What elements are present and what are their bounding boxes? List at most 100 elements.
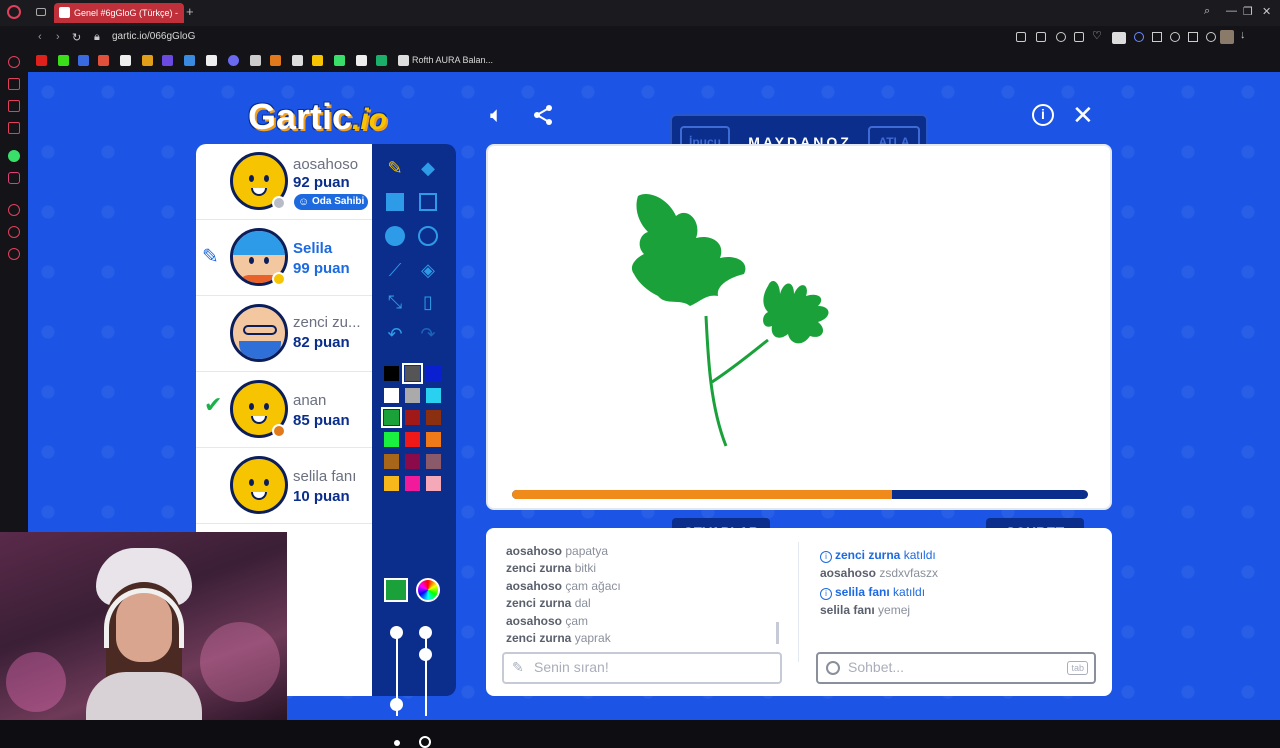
eyedropper-tool-icon[interactable]: ⤡	[383, 290, 407, 314]
color-swatch[interactable]	[426, 410, 441, 425]
bookmark-icon[interactable]	[398, 55, 409, 66]
clear-page-tool-icon[interactable]: ▯	[416, 290, 440, 314]
opacity-knob[interactable]	[419, 648, 432, 661]
bookmark-icon[interactable]	[270, 55, 281, 66]
color-picker-wheel-icon[interactable]	[416, 578, 440, 602]
bookmark-icon[interactable]	[120, 55, 131, 66]
extension-icon[interactable]	[1152, 32, 1162, 42]
answers-scrollbar[interactable]	[776, 622, 779, 644]
drawing-canvas[interactable]	[486, 144, 1112, 510]
opera-logo-icon[interactable]	[7, 5, 21, 19]
color-swatch[interactable]	[426, 432, 441, 447]
color-swatch[interactable]	[426, 476, 441, 491]
color-swatch[interactable]	[426, 454, 441, 469]
sidebar-app-icon[interactable]	[8, 122, 20, 134]
new-tab-button[interactable]: +	[186, 4, 194, 19]
sidebar-app-icon[interactable]	[8, 100, 20, 112]
answer-input[interactable]	[534, 659, 774, 675]
settings-icon[interactable]	[8, 248, 20, 260]
color-swatch[interactable]	[402, 363, 423, 384]
color-swatch[interactable]	[384, 432, 399, 447]
color-swatch[interactable]	[381, 407, 402, 428]
opacity-slider[interactable]	[425, 634, 427, 716]
bookmark-icon[interactable]	[78, 55, 89, 66]
url-field[interactable]: gartic.io/066gGloG	[112, 31, 195, 42]
bookmark-icon[interactable]	[206, 55, 217, 66]
instagram-icon[interactable]	[8, 172, 20, 184]
color-swatch[interactable]	[384, 388, 399, 403]
close-window-icon[interactable]: ✕	[1262, 5, 1271, 18]
android-bookmark-icon[interactable]	[334, 55, 345, 66]
color-swatch[interactable]	[405, 432, 420, 447]
color-swatch[interactable]	[405, 476, 420, 491]
current-color-swatch[interactable]	[384, 578, 408, 602]
bookmark-icon[interactable]	[250, 55, 261, 66]
back-icon[interactable]: ‹	[38, 31, 42, 43]
extension-icon[interactable]	[1036, 32, 1046, 42]
workspaces-icon[interactable]	[36, 8, 46, 16]
bookmark-icon[interactable]	[356, 55, 367, 66]
bookmark-icon[interactable]	[312, 55, 323, 66]
youtube-bookmark-icon[interactable]	[36, 55, 47, 66]
chat-input[interactable]	[848, 659, 1048, 675]
extension-icon[interactable]	[1056, 32, 1066, 42]
sidebar-speed-dial-icon[interactable]	[8, 56, 20, 68]
brush-size-knob[interactable]	[390, 698, 403, 711]
fill-bucket-tool-icon[interactable]: ◈	[416, 258, 440, 282]
extension-icon[interactable]	[1112, 32, 1126, 44]
color-swatch[interactable]	[405, 454, 420, 469]
bookmark-icon[interactable]	[162, 55, 173, 66]
extension-icon[interactable]	[1134, 32, 1144, 42]
undo-tool-icon[interactable]: ↶	[383, 322, 407, 346]
color-swatch[interactable]	[426, 388, 441, 403]
player-card[interactable]: aosahoso 92 puan Oda Sahibi	[196, 144, 372, 220]
pencil-tool-icon[interactable]: ✎	[383, 156, 407, 180]
color-swatch[interactable]	[384, 476, 399, 491]
bookmark-icon[interactable]	[142, 55, 153, 66]
bookmark-label[interactable]: Rofth AURA Balan...	[412, 55, 493, 65]
player-card[interactable]: zenci zu... 82 puan	[196, 296, 372, 372]
reload-icon[interactable]: ↻	[72, 31, 81, 44]
close-icon[interactable]: ✕	[1072, 100, 1094, 131]
share-icon[interactable]	[532, 104, 554, 126]
color-swatch[interactable]	[405, 388, 420, 403]
minimize-icon[interactable]: —	[1226, 5, 1237, 17]
brush-size-top-knob[interactable]	[390, 626, 403, 639]
color-swatch[interactable]	[405, 410, 420, 425]
extension-icon[interactable]	[1074, 32, 1084, 42]
active-browser-tab[interactable]: Genel #6gGloG (Türkçe) -	[54, 3, 184, 23]
sidebar-app-icon[interactable]	[8, 226, 20, 238]
answer-input-box[interactable]: ✎	[502, 652, 782, 684]
line-tool-icon[interactable]: ⟋	[383, 258, 407, 282]
opacity-top-knob[interactable]	[419, 626, 432, 639]
kick-bookmark-icon[interactable]	[58, 55, 69, 66]
color-swatch[interactable]	[384, 366, 399, 381]
extension-icon[interactable]	[1016, 32, 1026, 42]
info-icon[interactable]: i	[1032, 104, 1054, 126]
profile-avatar[interactable]	[1220, 30, 1234, 44]
color-swatch[interactable]	[384, 454, 399, 469]
download-icon[interactable]: ↓	[1240, 29, 1246, 41]
restore-icon[interactable]: ❐	[1243, 5, 1253, 18]
extension-icon[interactable]	[1188, 32, 1198, 42]
redo-tool-icon[interactable]: ↷	[416, 322, 440, 346]
eraser-tool-icon[interactable]: ◆	[416, 156, 440, 180]
filled-ellipse-tool-icon[interactable]	[385, 226, 405, 246]
chat-input-box[interactable]: tab	[816, 652, 1096, 684]
player-card[interactable]: ✎ Selila 99 puan	[196, 220, 372, 296]
player-card[interactable]: selila fanı 10 puan	[196, 448, 372, 524]
volume-icon[interactable]: 🔈︎	[490, 102, 503, 128]
history-icon[interactable]	[8, 204, 20, 216]
gmail-bookmark-icon[interactable]	[98, 55, 109, 66]
whatsapp-icon[interactable]	[8, 150, 20, 162]
extension-icon[interactable]	[1170, 32, 1180, 42]
heart-icon[interactable]: ♡	[1092, 29, 1102, 42]
forward-icon[interactable]: ›	[56, 31, 60, 43]
extension-icon[interactable]	[1206, 32, 1216, 42]
color-swatch[interactable]	[426, 366, 441, 381]
ellipse-tool-icon[interactable]	[418, 226, 438, 246]
search-icon[interactable]: ⌕	[1204, 5, 1210, 18]
rectangle-tool-icon[interactable]	[419, 193, 437, 211]
filled-rectangle-tool-icon[interactable]	[386, 193, 404, 211]
bookmark-icon[interactable]	[376, 55, 387, 66]
